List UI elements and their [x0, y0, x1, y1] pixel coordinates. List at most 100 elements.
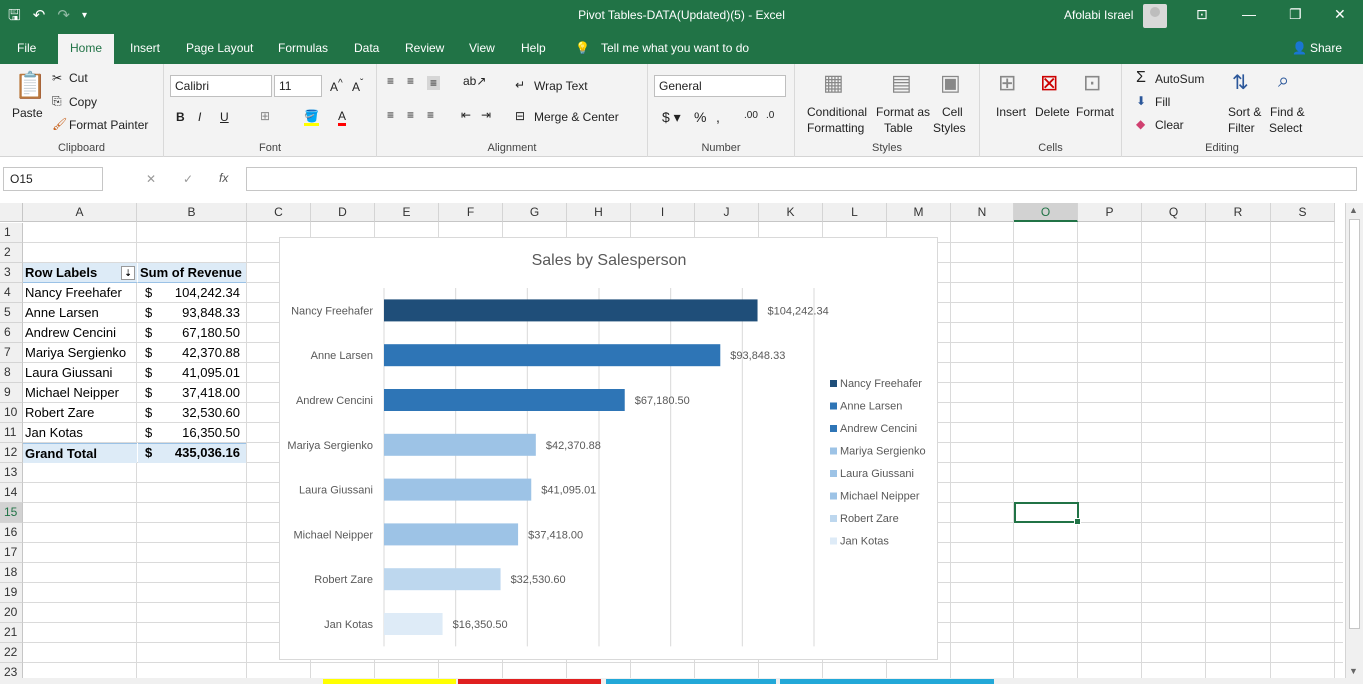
row-header[interactable]: 13	[0, 463, 23, 483]
column-header[interactable]: F	[439, 203, 503, 222]
pivot-row-value[interactable]: 41,095.01	[160, 363, 240, 383]
increase-indent-icon[interactable]: ⇥	[481, 108, 491, 122]
cancel-icon[interactable]: ✕	[146, 172, 156, 186]
conditional-formatting-label2[interactable]: Formatting	[807, 121, 864, 135]
row-header[interactable]: 9	[0, 383, 23, 403]
tab-insert[interactable]: Insert	[130, 41, 160, 55]
column-header[interactable]: D	[311, 203, 375, 222]
column-header[interactable]: I	[631, 203, 695, 222]
column-header[interactable]: L	[823, 203, 887, 222]
pivot-row-label[interactable]: Robert Zare	[25, 403, 137, 423]
copy-button[interactable]: Copy	[69, 95, 97, 109]
sheet-tab-yellow[interactable]	[323, 679, 456, 684]
align-bottom-icon[interactable]: ≡	[427, 76, 441, 90]
merge-center-button[interactable]: Merge & Center	[534, 110, 619, 124]
pivot-row-label[interactable]: Andrew Cencini	[25, 323, 137, 343]
legend-entry[interactable]: Mariya Sergienko	[840, 446, 926, 458]
find-select-label1[interactable]: Find &	[1270, 105, 1305, 119]
insert-cells-icon[interactable]: ⊞	[998, 70, 1016, 96]
chart-bar[interactable]	[384, 344, 721, 367]
row-header[interactable]: 2	[0, 243, 23, 263]
legend-entry[interactable]: Nancy Freehafer	[840, 378, 922, 390]
column-header[interactable]: S	[1271, 203, 1335, 222]
increase-font-icon[interactable]: A^	[330, 78, 343, 94]
clear-button[interactable]: Clear	[1155, 118, 1184, 132]
pivot-row-value[interactable]: 37,418.00	[160, 383, 240, 403]
close-icon[interactable]: ✕	[1334, 6, 1346, 23]
decrease-indent-icon[interactable]: ⇤	[461, 108, 471, 122]
underline-icon[interactable]: U	[220, 110, 229, 124]
legend-entry[interactable]: Michael Neipper	[840, 491, 920, 503]
chart-bar[interactable]	[384, 568, 501, 591]
row-header[interactable]: 22	[0, 643, 23, 663]
bold-icon[interactable]: B	[176, 110, 185, 124]
pivot-row-label[interactable]: Michael Neipper	[25, 383, 137, 403]
insert-cells-button[interactable]: Insert	[996, 105, 1026, 119]
currency-icon[interactable]: $ ▾	[662, 109, 681, 126]
row-header[interactable]: 4	[0, 283, 23, 303]
pivot-row-value[interactable]: 104,242.34	[160, 283, 240, 303]
scrollbar-thumb[interactable]	[1349, 219, 1360, 629]
sort-filter-label1[interactable]: Sort &	[1228, 105, 1261, 119]
sheet-tab-blue-1[interactable]	[606, 679, 776, 684]
restore-icon[interactable]: ❐	[1289, 6, 1302, 23]
name-box[interactable]: O15	[3, 167, 103, 191]
column-header[interactable]: J	[695, 203, 759, 222]
conditional-formatting-icon[interactable]: ▦	[823, 70, 844, 96]
tab-file[interactable]: File	[17, 41, 36, 55]
format-cells-icon[interactable]: ⊡	[1083, 70, 1101, 96]
cell-styles-label2[interactable]: Styles	[933, 121, 966, 135]
column-header[interactable]: O	[1014, 203, 1078, 222]
chart-bar[interactable]	[384, 613, 443, 635]
vertical-scrollbar[interactable]: ▲ ▼	[1345, 203, 1363, 684]
column-header[interactable]: B	[137, 203, 247, 222]
sheet-tab-red[interactable]	[458, 679, 601, 684]
format-as-table-label1[interactable]: Format as	[876, 105, 930, 119]
tab-home[interactable]: Home	[58, 34, 115, 64]
chart-bar[interactable]	[384, 389, 625, 411]
find-select-label2[interactable]: Select	[1269, 121, 1302, 135]
delete-cells-button[interactable]: Delete	[1035, 105, 1070, 119]
tab-page-layout[interactable]: Page Layout	[186, 41, 253, 55]
sheet-tab-blue-2[interactable]	[780, 679, 994, 684]
pivot-row-value[interactable]: 67,180.50	[160, 323, 240, 343]
pivot-header-sum-revenue[interactable]: Sum of Revenue	[138, 263, 246, 283]
column-header[interactable]: H	[567, 203, 631, 222]
borders-icon[interactable]: ⊞	[260, 109, 270, 123]
cell-styles-label1[interactable]: Cell	[942, 105, 963, 119]
wrap-text-button[interactable]: Wrap Text	[534, 79, 588, 93]
tell-me-search[interactable]: Tell me what you want to do	[601, 41, 749, 55]
comma-icon[interactable]: ,	[716, 109, 720, 125]
row-header[interactable]: 17	[0, 543, 23, 563]
pivot-grand-total-value[interactable]: 435,036.16	[160, 443, 240, 463]
decrease-decimal-icon[interactable]: .0	[766, 110, 774, 121]
align-center-icon[interactable]: ≡	[407, 108, 414, 122]
pivot-row-label[interactable]: Mariya Sergienko	[25, 343, 137, 363]
column-header[interactable]: P	[1078, 203, 1142, 222]
row-header[interactable]: 6	[0, 323, 23, 343]
conditional-formatting-label1[interactable]: Conditional	[807, 105, 867, 119]
align-top-icon[interactable]: ≡	[387, 74, 394, 88]
pivot-row-value[interactable]: 32,530.60	[160, 403, 240, 423]
column-header[interactable]: N	[951, 203, 1014, 222]
row-header[interactable]: 7	[0, 343, 23, 363]
column-header[interactable]: E	[375, 203, 439, 222]
format-as-table-label2[interactable]: Table	[884, 121, 913, 135]
chart-bar[interactable]	[384, 523, 519, 546]
chart-bar[interactable]	[384, 299, 758, 322]
find-select-icon[interactable]: ⌕	[1278, 70, 1289, 93]
pivot-header-row-labels[interactable]: Row Labels ⇣	[23, 263, 137, 283]
orientation-icon[interactable]: ab↗	[463, 74, 486, 88]
row-header[interactable]: 16	[0, 523, 23, 543]
increase-decimal-icon[interactable]: .00	[744, 110, 758, 121]
paste-button[interactable]: Paste	[12, 106, 43, 120]
row-header[interactable]: 21	[0, 623, 23, 643]
fill-button[interactable]: Fill	[1155, 95, 1170, 109]
row-header[interactable]: 5	[0, 303, 23, 323]
bar-chart[interactable]: Sales by Salesperson Nancy Freehafer $104…	[279, 237, 938, 660]
tab-help[interactable]: Help	[521, 41, 546, 55]
format-painter-button[interactable]: Format Painter	[69, 118, 148, 132]
cell-styles-icon[interactable]: ▣	[940, 70, 961, 96]
format-cells-button[interactable]: Format	[1076, 105, 1114, 119]
legend-entry[interactable]: Robert Zare	[840, 513, 899, 525]
